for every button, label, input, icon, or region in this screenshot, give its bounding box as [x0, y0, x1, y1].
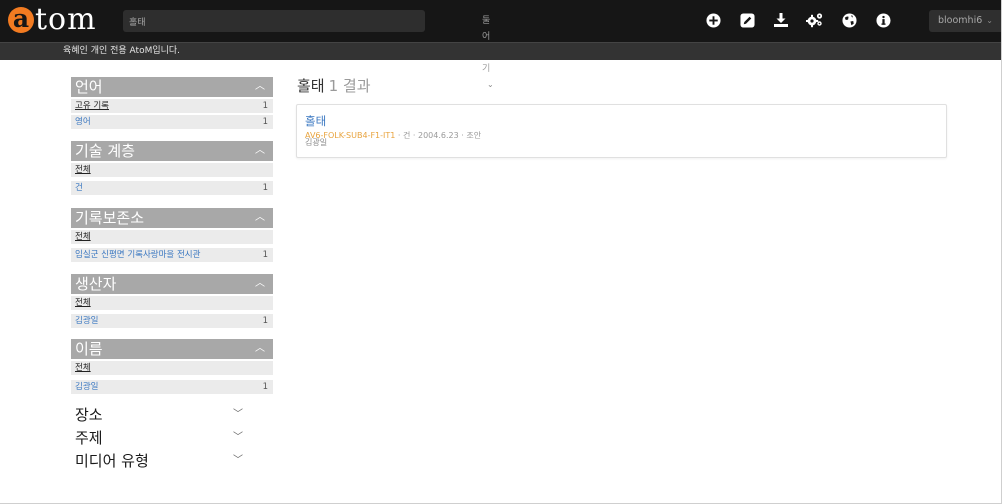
- download-icon[interactable]: [771, 10, 791, 30]
- results-count: 1 결과: [328, 77, 371, 95]
- result-meta-text: · 건 · 2004.6.23 · 조안: [395, 131, 482, 140]
- search-input[interactable]: [129, 13, 349, 29]
- facet-item-label[interactable]: 전체: [75, 297, 91, 309]
- globe-icon[interactable]: [839, 10, 859, 30]
- facet-title: 기술 계층: [75, 142, 135, 160]
- result-title-link[interactable]: 홀태: [305, 114, 326, 128]
- atom-logo[interactable]: a tom: [8, 4, 97, 36]
- facet-item-label[interactable]: 전체: [75, 231, 91, 243]
- facet-item-label[interactable]: 영어: [75, 116, 91, 128]
- facet-item-count: 1: [262, 250, 268, 260]
- chevron-down-icon: ﹀: [233, 409, 243, 420]
- facet-title: 주제: [75, 429, 103, 447]
- facet-header-language[interactable]: 언어 ︿: [71, 77, 273, 97]
- chevron-down-icon: ﹀: [233, 432, 243, 443]
- facet-title: 장소: [75, 406, 103, 424]
- search-box: 둘어보기⌄: [123, 10, 494, 89]
- user-menu-button[interactable]: bloomhi6 ⌄: [929, 10, 1001, 32]
- facet-title: 생산자: [75, 275, 117, 293]
- chevron-up-icon: ︿: [255, 278, 265, 289]
- chevron-up-icon: ︿: [255, 145, 265, 156]
- info-icon[interactable]: [873, 10, 893, 30]
- facet-item-count: 1: [262, 316, 268, 326]
- edit-icon[interactable]: [737, 10, 757, 30]
- facet-item-count: 1: [262, 183, 268, 193]
- facet-item[interactable]: 김광일 1: [71, 314, 273, 328]
- facet-header-name[interactable]: 이름 ︿: [71, 339, 273, 359]
- facet-item-label[interactable]: 김광일: [75, 381, 98, 393]
- chevron-up-icon: ︿: [255, 81, 265, 92]
- facet-item[interactable]: 건 1: [71, 181, 273, 195]
- facet-header-media[interactable]: 미디어 유형 ﹀: [71, 451, 273, 471]
- result-card: 홀태 AV6-FOLK-SUB4-F1-IT1 · 건 · 2004.6.23 …: [296, 104, 947, 158]
- facet-item-label[interactable]: 전체: [75, 362, 91, 374]
- app-window: a tom 둘어보기⌄: [0, 0, 1002, 504]
- facet-header-creator[interactable]: 생산자 ︿: [71, 274, 273, 294]
- facet-item[interactable]: 고유 기록 1: [71, 99, 273, 113]
- facet-item-label[interactable]: 고유 기록: [75, 100, 109, 112]
- facet-item-label[interactable]: 건: [75, 182, 83, 194]
- facet-item[interactable]: 임실군 신평면 기록사랑마을 전시관 1: [71, 248, 273, 262]
- facet-header-place[interactable]: 장소 ﹀: [71, 405, 273, 425]
- facet-item[interactable]: 전체: [71, 163, 273, 177]
- browse-dropdown[interactable]: 둘어보기⌄: [482, 13, 494, 89]
- facet-item-count: 1: [262, 101, 268, 111]
- facet-item-count: 1: [262, 117, 268, 127]
- chevron-up-icon: ︿: [255, 343, 265, 354]
- result-meta: AV6-FOLK-SUB4-F1-IT1 · 건 · 2004.6.23 · 조…: [305, 130, 481, 141]
- facet-item[interactable]: 전체: [71, 361, 273, 375]
- chevron-down-icon: ⌄: [487, 80, 494, 89]
- facet-item[interactable]: 전체: [71, 296, 273, 310]
- logo-initial: a: [8, 6, 34, 33]
- plus-circle-icon[interactable]: [703, 10, 723, 30]
- chevron-down-icon: ﹀: [233, 455, 243, 466]
- gears-icon[interactable]: [805, 10, 825, 30]
- result-creator: 김광일: [305, 138, 328, 147]
- facet-title: 이름: [75, 340, 103, 358]
- facet-item-label[interactable]: 김광일: [75, 315, 98, 327]
- facet-item-label[interactable]: 임실군 신평면 기록사랑마을 전시관: [75, 249, 200, 261]
- logo-text: tom: [35, 2, 97, 37]
- facet-title: 언어: [75, 78, 103, 96]
- facet-title: 미디어 유형: [75, 452, 149, 470]
- username-label: bloomhi6: [938, 15, 983, 26]
- chevron-down-icon: ⌄: [986, 16, 993, 25]
- site-notice-text: 육혜인 개인 전용 AtoM입니다.: [63, 46, 181, 56]
- facet-item[interactable]: 전체: [71, 230, 273, 244]
- facet-header-level[interactable]: 기술 계층 ︿: [71, 141, 273, 161]
- results-title: 홀태: [297, 77, 325, 95]
- facet-item-count: 1: [262, 382, 268, 392]
- facet-title: 기록보존소: [75, 209, 145, 227]
- results-heading: 홀태 1 결과: [297, 76, 371, 96]
- facet-item-label[interactable]: 전체: [75, 164, 91, 176]
- chevron-up-icon: ︿: [255, 212, 265, 223]
- facet-header-subject[interactable]: 주제 ﹀: [71, 428, 273, 448]
- site-notice-bar: 육혜인 개인 전용 AtoM입니다.: [0, 42, 1001, 60]
- top-navbar: a tom 둘어보기⌄: [0, 0, 1001, 89]
- facet-item[interactable]: 김광일 1: [71, 380, 273, 394]
- facet-header-repository[interactable]: 기록보존소 ︿: [71, 208, 273, 228]
- facet-item[interactable]: 영어 1: [71, 115, 273, 129]
